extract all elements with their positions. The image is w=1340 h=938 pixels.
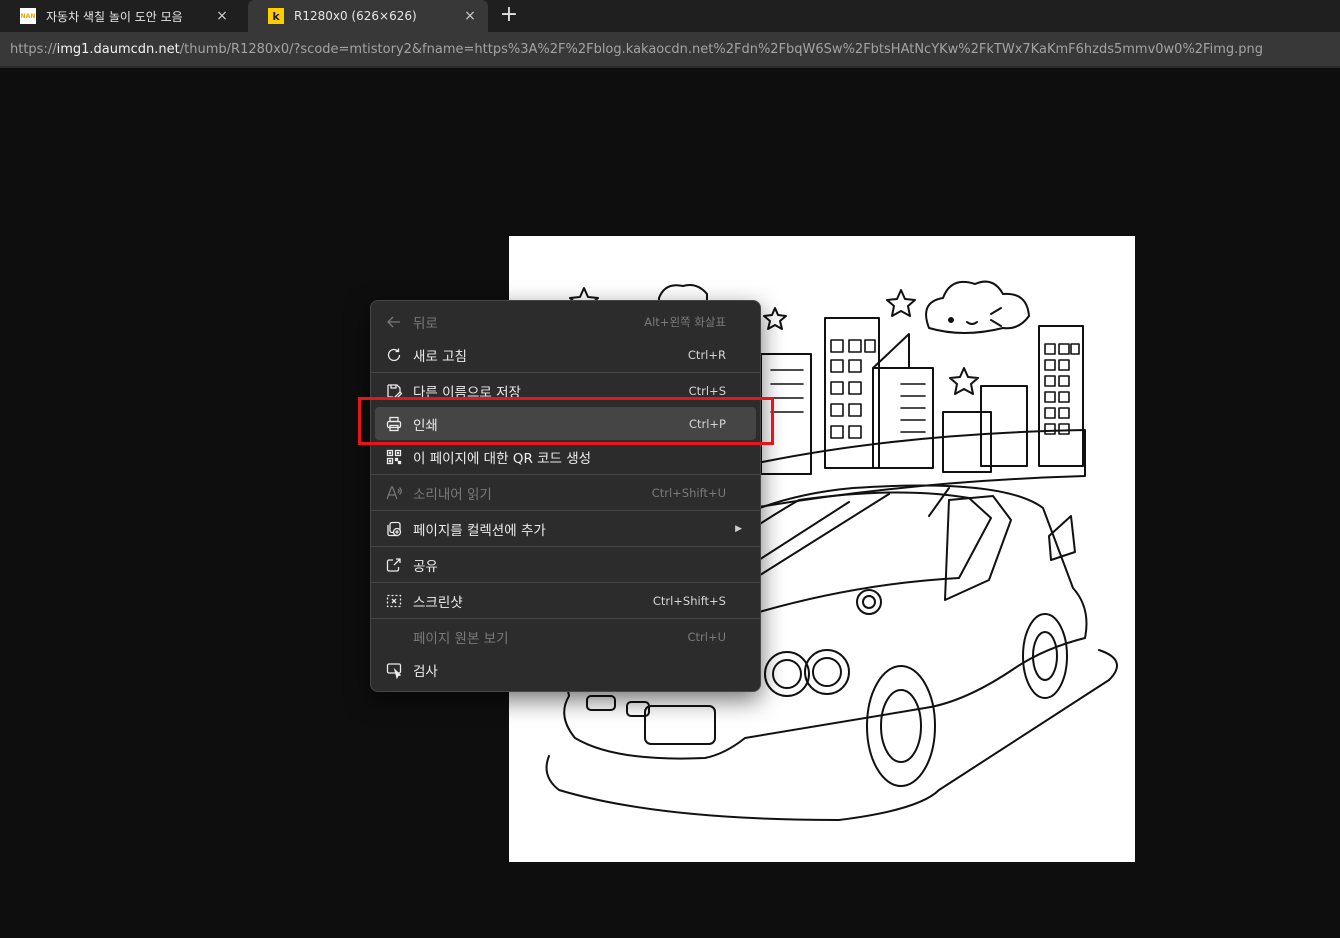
- read-aloud-icon: [385, 484, 403, 502]
- menu-item-shortcut: Ctrl+Shift+U: [651, 485, 726, 500]
- menu-item-label: 새로 고침: [413, 348, 467, 365]
- menu-item-back: 뒤로 Alt+왼쪽 화살표: [375, 305, 756, 338]
- menu-item-label: 뒤로: [413, 315, 438, 332]
- menu-separator: [371, 510, 760, 511]
- highlight-annotation: [358, 397, 774, 445]
- qr-code-icon: [385, 448, 403, 466]
- menu-item-collections[interactable]: 페이지를 컬렉션에 추가 ▶: [375, 512, 756, 545]
- close-tab-icon[interactable]: ×: [462, 8, 478, 24]
- collections-add-icon: [385, 520, 403, 538]
- menu-separator: [371, 546, 760, 547]
- menu-item-shortcut: Ctrl+R: [687, 347, 726, 362]
- menu-item-label: 스크린샷: [413, 594, 463, 611]
- menu-item-label: 이 페이지에 대한 QR 코드 생성: [413, 450, 592, 467]
- arrow-left-icon: [385, 313, 403, 331]
- menu-item-label: 소리내어 읽기: [413, 486, 492, 503]
- url-path: /thumb/R1280x0/?scode=mtistory2&fname=ht…: [179, 41, 1263, 57]
- kakao-favicon-icon: k: [268, 8, 284, 24]
- menu-item-label: 검사: [413, 663, 438, 680]
- menu-item-view-source: 페이지 원본 보기 Ctrl+U: [375, 620, 756, 653]
- url-scheme: https://: [10, 41, 57, 57]
- new-tab-button[interactable]: +: [496, 4, 522, 28]
- menu-item-shortcut: Alt+왼쪽 화살표: [644, 314, 726, 329]
- tab-coloring-pages[interactable]: NAN 자동차 색칠 놀이 도안 모음 ×: [0, 0, 240, 32]
- menu-icon-placeholder: [385, 628, 403, 646]
- close-tab-icon[interactable]: ×: [214, 8, 230, 24]
- menu-item-read-aloud: 소리내어 읽기 Ctrl+Shift+U: [375, 476, 756, 509]
- tab-title: R1280x0 (626×626): [294, 9, 417, 23]
- menu-item-share[interactable]: 공유: [375, 548, 756, 581]
- menu-item-shortcut: Ctrl+Shift+S: [652, 593, 726, 608]
- refresh-icon: [385, 346, 403, 364]
- share-icon: [385, 556, 403, 574]
- menu-item-refresh[interactable]: 새로 고침 Ctrl+R: [375, 338, 756, 371]
- menu-separator: [371, 474, 760, 475]
- menu-item-inspect[interactable]: 검사: [375, 653, 756, 686]
- screenshot-icon: [385, 592, 403, 610]
- menu-separator: [371, 618, 760, 619]
- site-favicon-icon: NAN: [20, 8, 36, 24]
- tab-image[interactable]: k R1280x0 (626×626) ×: [248, 0, 488, 32]
- url-host: img1.daumcdn.net: [56, 41, 180, 57]
- menu-item-label: 페이지를 컬렉션에 추가: [413, 522, 546, 539]
- submenu-arrow-icon: ▶: [735, 523, 742, 534]
- inspect-icon: [385, 661, 403, 679]
- menu-separator: [371, 582, 760, 583]
- context-menu: 뒤로 Alt+왼쪽 화살표 새로 고침 Ctrl+R 다른 이름으로 저장 Ctrl+S 인…: [370, 300, 761, 692]
- menu-item-screenshot[interactable]: 스크린샷 Ctrl+Shift+S: [375, 584, 756, 617]
- menu-item-shortcut: Ctrl+U: [687, 629, 726, 644]
- menu-separator: [371, 372, 760, 373]
- address-bar[interactable]: https://img1.daumcdn.net/thumb/R1280x0/?…: [0, 32, 1340, 68]
- tab-title: 자동차 색칠 놀이 도안 모음: [46, 9, 183, 24]
- tab-strip: NAN 자동차 색칠 놀이 도안 모음 × k R1280x0 (626×626…: [0, 0, 1340, 32]
- menu-item-label: 공유: [413, 558, 438, 575]
- menu-item-shortcut: Ctrl+S: [688, 383, 726, 398]
- menu-item-label: 페이지 원본 보기: [413, 630, 509, 647]
